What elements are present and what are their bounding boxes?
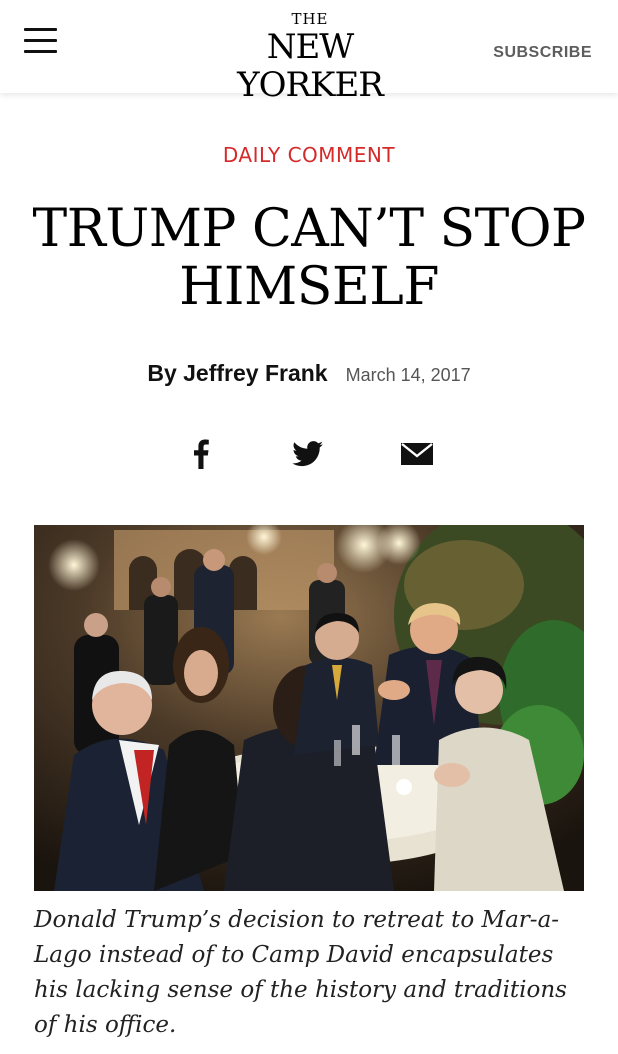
hamburger-menu-icon[interactable] <box>24 28 58 54</box>
headline-line: TRUMP CAN’T STOP <box>32 199 586 259</box>
twitter-icon[interactable] <box>290 437 326 471</box>
subscribe-link[interactable]: SUBSCRIBE <box>493 44 592 62</box>
logo-the: THE <box>291 10 329 28</box>
logo-name: NEW YORKER <box>237 27 384 105</box>
site-header: THE NEW YORKER SUBSCRIBE <box>0 0 618 104</box>
byline-row: By Jeffrey Frank March 14, 2017 <box>0 360 618 387</box>
author-byline[interactable]: By Jeffrey Frank <box>147 360 327 386</box>
email-icon[interactable] <box>399 437 435 471</box>
dinner-scene-image <box>34 525 584 891</box>
publish-date: March 14, 2017 <box>345 365 471 385</box>
menu-bar <box>24 39 57 42</box>
rubric-link[interactable]: DAILY COMMENT <box>0 143 618 167</box>
article-photo[interactable] <box>34 525 584 891</box>
site-logo[interactable]: THE NEW YORKER <box>190 10 430 104</box>
menu-bar <box>24 50 57 53</box>
headline-line: HIMSELF <box>179 257 439 317</box>
email-glyph <box>401 443 433 465</box>
twitter-glyph <box>292 441 324 467</box>
facebook-glyph <box>194 439 209 469</box>
article-headline: TRUMP CAN’T STOP HIMSELF <box>30 200 588 316</box>
facebook-icon[interactable] <box>183 437 219 471</box>
photo-caption: Donald Trump’s decision to retreat to Ma… <box>34 907 567 1038</box>
menu-bar <box>24 28 57 31</box>
